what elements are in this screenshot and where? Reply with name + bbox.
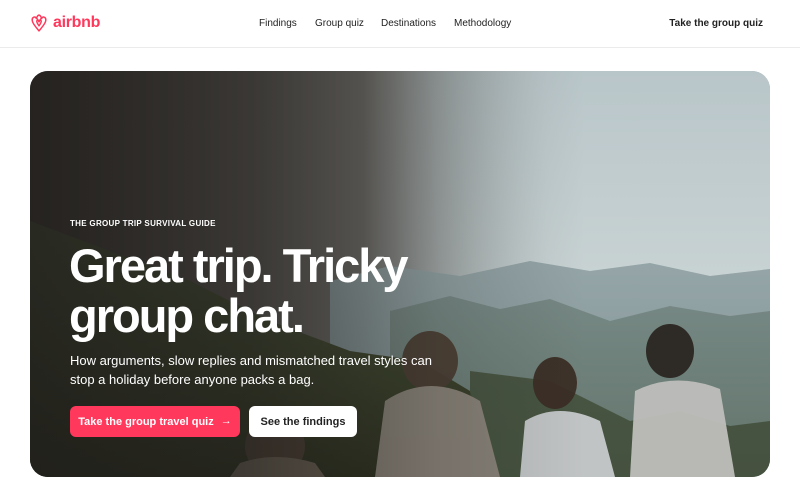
take-quiz-button-label: Take the group travel quiz [78, 415, 214, 428]
nav-link-group-quiz[interactable]: Group quiz [315, 17, 364, 31]
header-quiz-link[interactable]: Take the group quiz [669, 17, 763, 31]
take-quiz-button[interactable]: Take the group travel quiz → [70, 406, 240, 437]
nav-link-findings[interactable]: Findings [259, 17, 297, 31]
see-findings-button[interactable]: See the findings [249, 406, 357, 437]
hero-headline-line-1: Great trip. Tricky [69, 239, 409, 292]
arrow-right-icon: → [220, 415, 232, 427]
hero-subtext: How arguments, slow replies and mismatch… [70, 353, 432, 387]
hero-headline: Great trip. Tricky group chat. [69, 241, 469, 341]
nav-link-destinations[interactable]: Destinations [381, 17, 436, 31]
hero-headline-line-2: group chat. [69, 289, 305, 342]
site-header: airbnb Findings Group quiz Destinations … [0, 0, 800, 48]
hero-eyebrow: THE GROUP TRIP SURVIVAL GUIDE [70, 219, 216, 228]
hero-banner: THE GROUP TRIP SURVIVAL GUIDE Great trip… [30, 71, 770, 477]
see-findings-button-label: See the findings [260, 415, 346, 428]
nav-link-methodology[interactable]: Methodology [454, 17, 511, 31]
